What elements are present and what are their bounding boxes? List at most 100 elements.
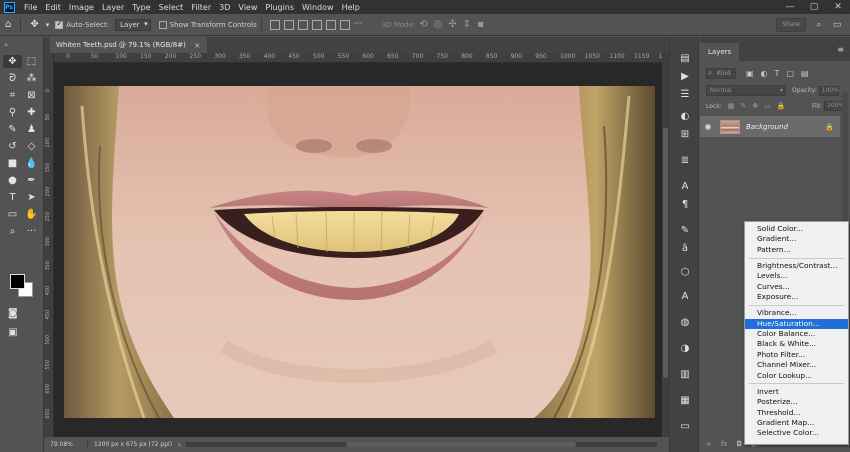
3d-panel-icon[interactable]: ◍ — [678, 315, 692, 329]
path-selection-tool-icon[interactable]: ➤ — [22, 191, 41, 204]
lock-pixels-icon[interactable]: ▦ — [728, 102, 735, 110]
status-menu-arrow[interactable]: › — [178, 441, 181, 449]
screen-mode-icon[interactable]: ▣ — [8, 326, 18, 339]
swatches-panel-icon[interactable]: ⊞ — [678, 127, 692, 141]
drag-icon[interactable]: ✣ — [448, 19, 456, 30]
vertical-scrollbar[interactable] — [662, 53, 669, 437]
timeline-panel-icon[interactable]: ▭ — [678, 419, 692, 433]
scale-3d-icon[interactable]: ▪ — [477, 19, 484, 30]
libraries-panel-icon[interactable]: ≣ — [678, 153, 692, 167]
tab-layers[interactable]: Layers — [700, 43, 740, 61]
menu-select[interactable]: Select — [155, 3, 188, 12]
paths-panel-icon[interactable]: ⬡ — [678, 265, 692, 279]
magic-wand-tool-icon[interactable]: ⁂ — [22, 72, 41, 85]
lock-artboard-icon[interactable]: ▭ — [764, 102, 771, 110]
menu-item-vibrance[interactable]: Vibrance... — [745, 308, 848, 318]
chevron-down-icon[interactable]: ▾ — [44, 21, 52, 29]
menu-help[interactable]: Help — [338, 3, 364, 12]
auto-select-checkbox[interactable] — [55, 19, 64, 29]
menu-item-pattern[interactable]: Pattern... — [745, 245, 848, 255]
menu-item-black-white[interactable]: Black & White... — [745, 339, 848, 349]
lock-paint-icon[interactable]: ✎ — [740, 102, 746, 110]
foreground-color-swatch[interactable] — [10, 274, 25, 289]
history-panel-icon[interactable]: ▤ — [678, 51, 692, 65]
minimize-icon[interactable]: — — [778, 0, 802, 14]
notes-panel-icon[interactable]: ▥ — [678, 367, 692, 381]
color-panel-icon[interactable]: ◑ — [678, 341, 692, 355]
zoom-tool-icon[interactable]: ⌕ — [3, 225, 22, 238]
pixel-filter-icon[interactable]: ▣ — [746, 69, 754, 78]
layer-row-background[interactable]: ◉ Background 🔒 — [700, 116, 840, 137]
dodge-tool-icon[interactable]: ● — [3, 174, 22, 187]
auto-select-option[interactable]: Auto-Select: — [55, 19, 109, 29]
menu-item-curves[interactable]: Curves... — [745, 282, 848, 292]
rectangle-tool-icon[interactable]: ▭ — [3, 208, 22, 221]
menu-edit[interactable]: Edit — [41, 3, 65, 12]
menu-item-channel-mixer[interactable]: Channel Mixer... — [745, 360, 848, 370]
actions-panel-icon[interactable]: ▶ — [678, 69, 692, 83]
history-brush-tool-icon[interactable]: ↺ — [3, 140, 22, 153]
hand-tool-icon[interactable]: ✋ — [22, 208, 41, 221]
menu-item-hue-saturation[interactable]: Hue/Saturation... — [745, 318, 848, 330]
brushes-panel-icon[interactable]: ✎ — [678, 223, 692, 237]
layer-style-icon[interactable]: fx — [721, 440, 728, 448]
workspace-icon[interactable]: ▭ — [830, 18, 844, 32]
link-layers-icon[interactable]: ∞ — [706, 440, 712, 448]
healing-brush-tool-icon[interactable]: ✚ — [22, 106, 41, 119]
menu-view[interactable]: View — [234, 3, 261, 12]
horizontal-ruler[interactable]: 0 50 100 150 200 250 300 350 400 450 500 550 600 650 7… — [54, 53, 662, 63]
frame-tool-icon[interactable]: ⊠ — [22, 89, 41, 102]
menu-3d[interactable]: 3D — [215, 3, 234, 12]
lasso-tool-icon[interactable]: ᘐ — [3, 72, 22, 85]
layer-name[interactable]: Background — [746, 123, 825, 131]
blend-mode-dropdown[interactable]: Normal — [706, 85, 786, 96]
slide-icon[interactable]: ⇕ — [463, 19, 471, 30]
menu-window[interactable]: Window — [298, 3, 338, 12]
visibility-eye-icon[interactable]: ◉ — [700, 122, 716, 131]
lock-all-icon[interactable]: 🔒 — [777, 102, 786, 110]
align-right-icon[interactable] — [339, 19, 350, 30]
search-icon[interactable]: ⌕ — [812, 18, 826, 32]
channels-panel-icon[interactable]: ▦ — [678, 393, 692, 407]
gradient-tool-icon[interactable]: ■ — [3, 157, 22, 170]
quick-mask-icon[interactable]: ◙ — [8, 307, 18, 320]
menu-item-invert[interactable]: Invert — [745, 387, 848, 397]
panel-menu-icon[interactable]: ≡ — [837, 45, 844, 54]
scroll-thumb[interactable] — [663, 128, 668, 378]
smart-object-filter-icon[interactable]: ▤ — [801, 69, 809, 78]
align-left-icon[interactable] — [311, 19, 322, 30]
auto-select-target-dropdown[interactable]: Layer — [115, 18, 151, 31]
document-tab[interactable]: Whiten Teeth.psd @ 79.1% (RGB/8#) × — [50, 37, 207, 53]
document-image[interactable] — [64, 86, 655, 418]
maximize-icon[interactable]: ▢ — [802, 0, 826, 14]
properties-panel-icon[interactable]: ☰ — [678, 87, 692, 101]
show-transform-option[interactable]: Show Transform Controls — [158, 20, 257, 29]
menu-item-gradient-map[interactable]: Gradient Map... — [745, 418, 848, 428]
roll-icon[interactable]: ◎ — [434, 19, 443, 30]
align-top-icon[interactable] — [269, 19, 280, 30]
close-window-icon[interactable]: ✕ — [826, 0, 850, 14]
add-mask-icon[interactable]: ◘ — [736, 440, 742, 448]
show-transform-checkbox[interactable] — [158, 20, 167, 29]
share-button[interactable]: Share — [776, 18, 806, 32]
glyphs-panel-icon[interactable]: ă — [678, 241, 692, 255]
align-middle-icon[interactable] — [283, 19, 294, 30]
menu-filter[interactable]: Filter — [187, 3, 215, 12]
more-tools-icon[interactable]: ··· — [22, 225, 41, 238]
fill-input[interactable]: 100% — [824, 101, 844, 111]
menu-image[interactable]: Image — [65, 3, 98, 12]
zoom-level[interactable]: 79.08% — [44, 441, 88, 448]
adjustment-filter-icon[interactable]: ◐ — [761, 69, 768, 78]
opacity-input[interactable]: 100% — [818, 85, 839, 96]
canvas-area[interactable] — [54, 63, 662, 437]
vertical-ruler[interactable]: 0 50 100 150 200 250 300 350 400 450 500 550 600 650 — [44, 53, 54, 437]
menu-type[interactable]: Type — [128, 3, 154, 12]
adjustments-panel-icon[interactable]: ◐ — [678, 109, 692, 123]
menu-item-gradient[interactable]: Gradient... — [745, 234, 848, 244]
menu-item-levels[interactable]: Levels... — [745, 271, 848, 281]
menu-item-exposure[interactable]: Exposure... — [745, 292, 848, 302]
pen-tool-icon[interactable]: ✒ — [22, 174, 41, 187]
shape-filter-icon[interactable]: ▢ — [786, 69, 794, 78]
move-tool-icon[interactable]: ✥ — [25, 19, 43, 30]
align-center-icon[interactable] — [325, 19, 336, 30]
